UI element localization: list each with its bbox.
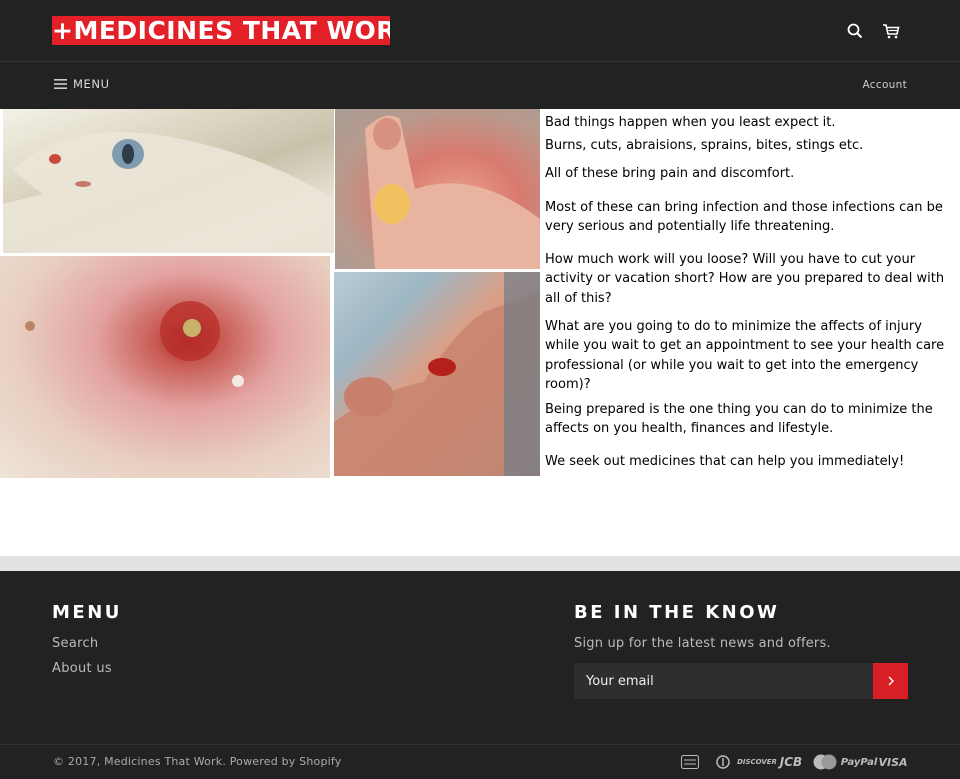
footer-link-about[interactable]: About us [52,661,112,676]
cart-icon [883,24,900,39]
hero-line: Being prepared is the one thing you can … [545,402,933,437]
cart-button[interactable] [880,20,902,42]
cut-finger-image [334,272,540,476]
discover-icon: DISCOVER [737,758,777,766]
site-nav: MENU Account [0,62,960,109]
newsletter-submit-button[interactable] [873,663,908,699]
copyright-text: © 2017, Medicines That Work. Powered by … [53,755,342,768]
site-logo[interactable]: +MEDICINES THAT WORK+ [52,16,390,45]
hero-line: All of these bring pain and discomfort. [545,166,795,181]
visa-icon: VISA [878,755,908,769]
newsletter-subtitle: Sign up for the latest news and offers. [574,636,831,651]
footer-divider [0,744,960,745]
account-link[interactable]: Account [863,79,908,91]
diners-icon [712,753,734,771]
jcb-icon: JCB [779,755,803,769]
burn-blister-image [335,109,540,269]
newsletter-heading: BE IN THE KNOW [574,602,780,623]
email-input[interactable] [574,663,873,699]
search-icon [847,23,863,39]
paypal-icon: PayPal [840,756,878,768]
hero-line: Most of these can bring infection and th… [545,200,943,235]
menu-button[interactable]: MENU [54,77,110,91]
snake-image [3,109,334,253]
menu-label: MENU [73,77,110,91]
amex-icon [680,753,700,771]
footer-menu-heading: MENU [52,602,122,623]
infected-wound-image [0,256,330,478]
section-divider [0,556,960,571]
hero-line: Burns, cuts, abraisions, sprains, bites,… [545,138,864,153]
search-button[interactable] [844,20,866,42]
site-footer: MENU Search About us BE IN THE KNOW Sign… [0,571,960,779]
chevron-right-icon [888,676,894,686]
hero-line: We seek out medicines that can help you … [545,454,905,469]
site-header: +MEDICINES THAT WORK+ [0,0,960,62]
hero-line: Bad things happen when you least expect … [545,115,836,130]
hero-line: How much work will you loose? Will you h… [545,252,945,306]
mastercard-icon [810,753,840,771]
hero-line: What are you going to do to minimize the… [545,319,945,393]
footer-link-search[interactable]: Search [52,636,98,651]
hamburger-icon [54,79,67,89]
hero-banner: Bad things happen when you least expect … [0,109,960,556]
